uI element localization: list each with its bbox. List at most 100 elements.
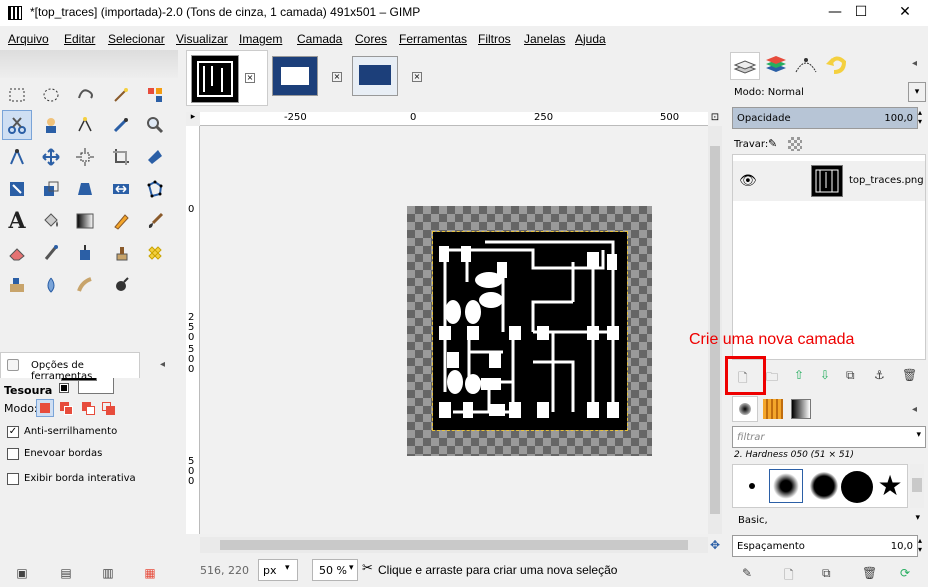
fuzzy-select-tool-icon[interactable]	[106, 80, 136, 110]
zoom-select[interactable]: 50 % ▾	[312, 559, 358, 581]
menu-ferramentas[interactable]: Ferramentas	[399, 32, 467, 46]
menu-filtros[interactable]: Filtros	[478, 32, 511, 46]
lock-pixels-icon[interactable]: ✎	[768, 137, 782, 151]
tab-layers-icon[interactable]	[730, 52, 760, 80]
pencil-tool-icon[interactable]	[106, 206, 136, 236]
move-tool-icon[interactable]	[36, 142, 66, 172]
maximize-button[interactable]: ☐	[838, 0, 884, 26]
mode-subtract-button[interactable]	[80, 399, 98, 417]
navigate-icon[interactable]: ✥	[708, 538, 722, 552]
raise-layer-icon[interactable]: ⇧	[794, 368, 804, 382]
eye-visibility-icon[interactable]: 👁	[739, 173, 757, 189]
image-tab-3[interactable]: ×	[350, 50, 430, 106]
mode-add-button[interactable]	[58, 399, 76, 417]
paths-tool-icon[interactable]	[70, 110, 100, 140]
mode-intersect-button[interactable]	[100, 399, 118, 417]
cage-transform-tool-icon[interactable]	[140, 174, 170, 204]
reset-tool-options-icon[interactable]: ▦	[142, 566, 158, 580]
vertical-scrollbar[interactable]	[708, 126, 722, 534]
refresh-brushes-icon[interactable]: ⟳	[900, 566, 910, 580]
close-tab-icon[interactable]: ×	[412, 72, 422, 82]
paintbrush-tool-icon[interactable]	[140, 206, 170, 236]
menu-arquivo[interactable]: Arquivo	[8, 32, 49, 46]
delete-tool-preset-icon[interactable]: ▥	[100, 566, 116, 580]
close-button[interactable]: ✕	[882, 0, 928, 26]
restore-tool-preset-icon[interactable]: ▤	[58, 566, 74, 580]
blur-tool-icon[interactable]	[36, 270, 66, 300]
clone-tool-icon[interactable]	[106, 238, 136, 268]
rotate-tool-icon[interactable]	[2, 174, 32, 204]
layer-row[interactable]: 👁 top_traces.png	[733, 161, 925, 201]
mode-replace-button[interactable]	[36, 399, 54, 417]
text-tool-icon[interactable]: A	[2, 206, 32, 236]
duplicate-layer-icon[interactable]: ⧉	[846, 368, 855, 383]
spacing-slider[interactable]: Espaçamento 10,0	[732, 535, 918, 557]
ellipse-select-tool-icon[interactable]	[36, 80, 66, 110]
select-by-color-tool-icon[interactable]	[140, 80, 170, 110]
image-tab-active[interactable]: ×	[186, 50, 268, 106]
scissors-select-tool-icon[interactable]	[2, 110, 32, 140]
spacing-spin-icon[interactable]: ▴ ▾	[918, 536, 922, 554]
quick-mask-corner-icon[interactable]: ▸	[186, 112, 200, 126]
tab-tool-options[interactable]: Opções de ferramentas	[0, 352, 140, 382]
interactive-boundary-checkbox[interactable]	[7, 473, 19, 485]
delete-brush-icon[interactable]: 🗑	[862, 566, 877, 580]
opacity-spin-icon[interactable]: ▴ ▾	[918, 108, 922, 126]
tab-patterns-icon[interactable]	[760, 396, 786, 422]
close-tab-icon[interactable]: ×	[245, 73, 255, 83]
menu-visualizar[interactable]: Visualizar	[176, 32, 228, 46]
opacity-slider[interactable]: Opacidade 100,0	[732, 107, 918, 129]
flip-tool-icon[interactable]	[106, 174, 136, 204]
layer-mode-select[interactable]: Modo: Normal ▾	[732, 82, 926, 104]
horizontal-scrollbar[interactable]	[200, 537, 708, 553]
brush-preset-select[interactable]: Basic, ▾	[732, 510, 926, 532]
star-brush-icon[interactable]: ★	[875, 471, 905, 501]
antialias-checkbox[interactable]: ✓	[7, 426, 19, 438]
new-layer-group-icon[interactable]: 🗀	[766, 368, 778, 389]
tab-paths-icon[interactable]	[792, 52, 822, 80]
foreground-select-tool-icon[interactable]	[36, 110, 66, 140]
tab-menu-icon[interactable]: ◂	[912, 404, 917, 415]
image-canvas[interactable]	[200, 126, 708, 534]
crop-tool-icon[interactable]	[106, 142, 136, 172]
brush-item[interactable]	[839, 469, 875, 505]
duplicate-brush-icon[interactable]: ⧉	[822, 566, 831, 581]
tab-gradients-icon[interactable]	[788, 396, 814, 422]
free-select-tool-icon[interactable]	[70, 80, 100, 110]
tab-menu-icon[interactable]: ◂	[912, 58, 917, 69]
lower-layer-icon[interactable]: ⇩	[820, 368, 830, 382]
tab-channels-icon[interactable]	[762, 52, 792, 80]
menu-camada[interactable]: Camada	[297, 32, 342, 46]
anchor-layer-icon[interactable]: ⚓	[874, 368, 885, 382]
image-tab-2[interactable]: ×	[270, 50, 350, 106]
tab-undo-history-icon[interactable]	[822, 52, 852, 80]
unified-transform-tool-icon[interactable]	[140, 142, 170, 172]
bucket-fill-tool-icon[interactable]	[36, 206, 66, 236]
align-tool-icon[interactable]	[70, 142, 100, 172]
measure-tool-icon[interactable]	[2, 142, 32, 172]
horizontal-scrollbar-thumb[interactable]	[220, 540, 688, 550]
zoom-tool-icon[interactable]	[140, 110, 170, 140]
tab-menu-icon[interactable]: ◂	[160, 359, 165, 370]
rect-select-tool-icon[interactable]	[2, 80, 32, 110]
brush-item-selected[interactable]	[769, 469, 803, 503]
menu-imagem[interactable]: Imagem	[239, 32, 282, 46]
scale-tool-icon[interactable]	[36, 174, 66, 204]
eraser-tool-icon[interactable]	[2, 238, 32, 268]
brush-filter-input[interactable]: filtrar ▾	[732, 426, 926, 448]
delete-layer-icon[interactable]: 🗑	[902, 368, 917, 382]
brush-item[interactable]	[737, 471, 767, 501]
tab-brushes-icon[interactable]	[732, 396, 758, 422]
blend-tool-icon[interactable]	[70, 206, 100, 236]
perspective-tool-icon[interactable]	[70, 174, 100, 204]
heal-tool-icon[interactable]	[140, 238, 170, 268]
menu-selecionar[interactable]: Selecionar	[108, 32, 165, 46]
feather-edges-checkbox[interactable]	[7, 448, 19, 460]
menu-cores[interactable]: Cores	[355, 32, 387, 46]
brush-item[interactable]	[807, 469, 841, 503]
brush-grid-scrollbar[interactable]	[910, 464, 924, 508]
zoom-follow-toggle-icon[interactable]: ⊡	[708, 112, 722, 126]
airbrush-tool-icon[interactable]	[36, 238, 66, 268]
color-picker-tool-icon[interactable]	[106, 110, 136, 140]
menu-editar[interactable]: Editar	[64, 32, 95, 46]
